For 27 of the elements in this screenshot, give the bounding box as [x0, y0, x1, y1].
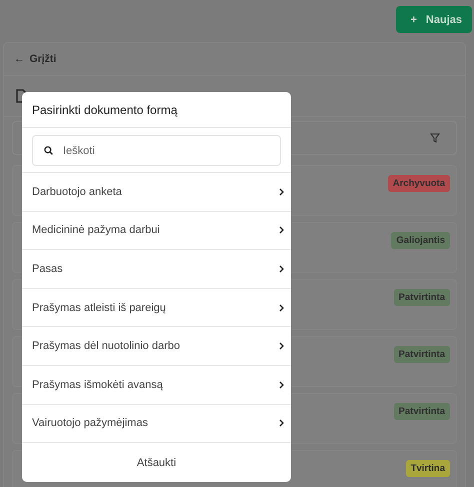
- chevron-right-icon: [279, 188, 284, 196]
- status-badge: Archyvuota: [388, 175, 450, 192]
- form-option[interactable]: Vairuotojo pažymėjimas: [22, 404, 291, 444]
- chevron-right-icon: [279, 264, 284, 273]
- filter-icon[interactable]: [430, 133, 440, 143]
- new-button[interactable]: + Naujas: [396, 6, 472, 33]
- search-icon: [44, 146, 53, 155]
- modal-title: Pasirinkti dokumento formą: [22, 92, 291, 128]
- chevron-right-icon: [279, 380, 284, 389]
- status-badge: Patvirtinta: [394, 403, 450, 420]
- form-option[interactable]: Prašymas dėl nuotolinio darbo: [22, 327, 291, 366]
- status-badge: Tvirtina: [406, 460, 450, 477]
- form-option[interactable]: Prašymas išmokėti avansą: [22, 366, 291, 405]
- search-field[interactable]: Ieškoti: [32, 135, 281, 166]
- cancel-button[interactable]: Atšaukti: [128, 453, 184, 474]
- chevron-right-icon: [279, 342, 284, 350]
- status-badge: Patvirtinta: [394, 346, 450, 363]
- chevron-right-icon: [279, 304, 284, 312]
- form-option[interactable]: Medicininė pažyma darbui: [22, 212, 291, 250]
- status-badge: Patvirtinta: [394, 289, 450, 306]
- form-option[interactable]: Darbuotojo anketa: [22, 173, 291, 212]
- form-option[interactable]: Pasas: [22, 250, 291, 289]
- chevron-right-icon: [279, 226, 284, 234]
- status-badge: Galiojantis: [391, 232, 450, 249]
- back-link[interactable]: ← Grįžti: [14, 53, 56, 65]
- form-option[interactable]: Prašymas atleisti iš pareigų: [22, 288, 291, 328]
- chevron-right-icon: [279, 419, 284, 428]
